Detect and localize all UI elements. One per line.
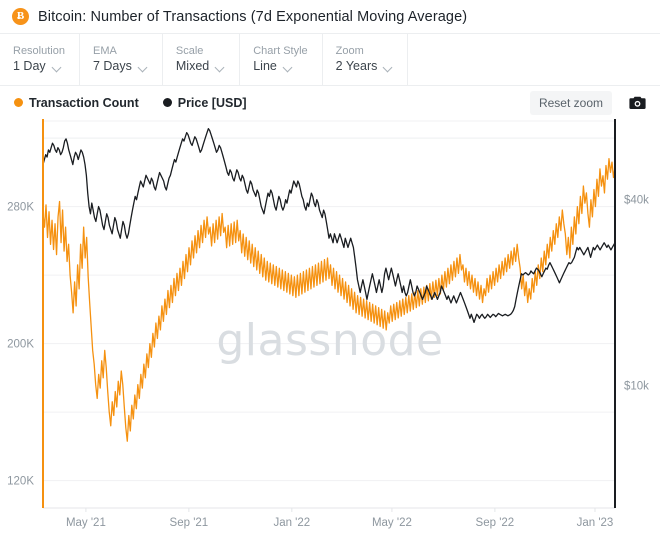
x-axis-tick: Jan '23 — [577, 517, 614, 529]
titlebar: Ƀ Bitcoin: Number of Transactions (7d Ex… — [0, 0, 660, 33]
legend-label-transaction-count: Transaction Count — [29, 96, 139, 110]
glassnode-chart-widget: Ƀ Bitcoin: Number of Transactions (7d Ex… — [0, 0, 660, 553]
control-scale-value: Mixed — [176, 60, 209, 74]
x-axis-tick: Sep '21 — [170, 517, 209, 529]
chevron-down-icon[interactable] — [216, 63, 225, 72]
y-axis-left-tick: 120K — [7, 476, 34, 488]
control-zoom[interactable]: Zoom 2 Years — [323, 34, 409, 85]
bitcoin-logo-icon: Ƀ — [12, 8, 29, 25]
page-title: Bitcoin: Number of Transactions (7d Expo… — [38, 9, 467, 25]
y-axis-left-tick: 200K — [7, 339, 34, 351]
legend-item-price[interactable]: Price [USD] — [163, 96, 247, 110]
control-resolution[interactable]: Resolution 1 Day — [0, 34, 80, 85]
chart-svg[interactable]: 280K 200K 120K $40k $10k May '21 Sep '21 Jan '2… — [0, 119, 660, 539]
chevron-down-icon[interactable] — [384, 63, 393, 72]
chevron-down-icon[interactable] — [284, 63, 293, 72]
chart-area[interactable]: glassnode 280K200K120K$40k$10kMay '21Sep… — [0, 119, 660, 539]
control-ema[interactable]: EMA 7 Days — [80, 34, 163, 85]
control-chart-style-value: Line — [253, 60, 277, 74]
control-resolution-label: Resolution — [13, 45, 65, 57]
control-chart-style-label: Chart Style — [253, 45, 307, 57]
bitcoin-logo-glyph: Ƀ — [17, 11, 24, 22]
x-axis-tick: Sep '22 — [476, 517, 515, 529]
x-axis-tick: May '22 — [372, 517, 412, 529]
legend-label-price: Price [USD] — [178, 96, 247, 110]
y-axis-right-tick: $10k — [624, 380, 649, 392]
control-ema-label: EMA — [93, 45, 148, 57]
toolbar-filler — [408, 34, 660, 85]
legend-dot-price — [163, 98, 172, 107]
y-axis-right-tick: $40k — [624, 195, 649, 207]
chevron-down-icon[interactable] — [53, 63, 62, 72]
legend-row: Transaction Count Price [USD] Reset zoom — [0, 86, 660, 119]
control-chart-style[interactable]: Chart Style Line — [240, 34, 322, 85]
legend-item-transaction-count[interactable]: Transaction Count — [14, 96, 139, 110]
y-axis-left-tick: 280K — [7, 202, 34, 214]
series-transaction-count — [43, 159, 615, 442]
camera-icon[interactable] — [626, 93, 648, 113]
control-scale-label: Scale — [176, 45, 225, 57]
x-axis-tick: May '21 — [66, 517, 106, 529]
control-zoom-label: Zoom — [336, 45, 394, 57]
control-ema-value: 7 Days — [93, 60, 132, 74]
legend-dot-transaction-count — [14, 98, 23, 107]
controls-toolbar: Resolution 1 Day EMA 7 Days Scale Mixed … — [0, 33, 660, 86]
chevron-down-icon[interactable] — [139, 63, 148, 72]
control-resolution-value: 1 Day — [13, 60, 46, 74]
x-axis-tick: Jan '22 — [273, 517, 310, 529]
control-zoom-value: 2 Years — [336, 60, 378, 74]
reset-zoom-button[interactable]: Reset zoom — [530, 91, 612, 115]
control-scale[interactable]: Scale Mixed — [163, 34, 240, 85]
